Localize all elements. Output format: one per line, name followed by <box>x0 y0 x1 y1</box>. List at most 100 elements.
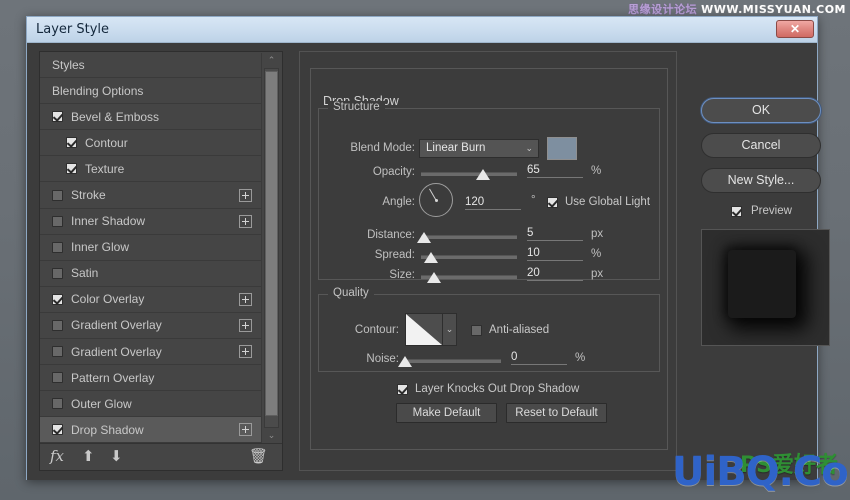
spread-label: Spread: <box>374 249 415 261</box>
style-row-styles[interactable]: Styles <box>40 52 262 79</box>
style-row-pattern-overlay[interactable]: Pattern Overlay <box>40 365 262 392</box>
layer-knocks-out-label[interactable]: Layer Knocks Out Drop Shadow <box>415 383 579 395</box>
angle-label: Angle: <box>382 196 415 208</box>
make-default-button[interactable]: Make Default <box>396 403 497 423</box>
use-global-light-label[interactable]: Use Global Light <box>565 196 650 208</box>
anti-aliased-checkbox[interactable] <box>471 325 482 336</box>
blend-mode-select[interactable]: Linear Burn ⌄ <box>419 139 539 158</box>
style-checkbox[interactable] <box>52 424 63 436</box>
spread-slider[interactable] <box>421 252 517 263</box>
styles-scrollbar[interactable]: ⌃ ⌄ <box>261 53 281 443</box>
style-checkbox[interactable] <box>52 267 63 279</box>
add-effect-icon[interactable] <box>239 292 252 306</box>
cancel-button[interactable]: Cancel <box>701 133 821 158</box>
dialog-titlebar[interactable]: Layer Style ✕ <box>27 17 817 43</box>
ok-button[interactable]: OK <box>701 98 821 123</box>
style-row-label: Outer Glow <box>71 396 132 411</box>
style-checkbox[interactable] <box>52 189 63 201</box>
structure-group: Structure Blend Mode: Linear Burn ⌄ Opac… <box>318 101 660 283</box>
preview-checkbox[interactable] <box>731 206 742 217</box>
size-input[interactable]: 20 <box>527 267 583 281</box>
blend-mode-value: Linear Burn <box>426 142 486 154</box>
noise-slider-thumb[interactable] <box>398 356 412 367</box>
style-checkbox[interactable] <box>52 372 63 384</box>
distance-input[interactable]: 5 <box>527 227 583 241</box>
spread-slider-thumb[interactable] <box>423 252 438 263</box>
add-effect-icon[interactable] <box>239 318 252 332</box>
style-row-gradient-overlay[interactable]: Gradient Overlay <box>40 339 262 366</box>
reset-to-default-button[interactable]: Reset to Default <box>506 403 607 423</box>
style-row-drop-shadow[interactable]: Drop Shadow <box>40 417 262 444</box>
angle-input[interactable]: 120 <box>465 196 521 210</box>
style-row-texture[interactable]: Texture <box>40 156 262 183</box>
scroll-down-icon[interactable]: ⌄ <box>262 428 281 443</box>
style-row-gradient-overlay[interactable]: Gradient Overlay <box>40 312 262 340</box>
style-row-inner-glow[interactable]: Inner Glow <box>40 234 262 261</box>
contour-swatch[interactable] <box>405 313 443 346</box>
add-effect-icon[interactable] <box>239 345 252 359</box>
size-slider[interactable] <box>421 272 517 283</box>
style-row-stroke[interactable]: Stroke <box>40 182 262 209</box>
style-checkbox[interactable] <box>66 163 77 175</box>
use-global-light-checkbox[interactable] <box>547 197 558 208</box>
style-checkbox[interactable] <box>52 346 63 358</box>
move-down-icon[interactable]: ⬇ <box>110 447 123 465</box>
size-slider-thumb[interactable] <box>427 272 442 283</box>
scrollbar-thumb[interactable] <box>265 71 278 416</box>
watermark-bottom: UiBQ.CoM <box>672 449 850 495</box>
style-row-blending-options[interactable]: Blending Options <box>40 78 262 105</box>
noise-slider[interactable] <box>398 356 501 367</box>
distance-slider[interactable] <box>416 232 517 243</box>
styles-panel: Styles Blending Options Bevel & Emboss Cont… <box>39 51 283 471</box>
style-row-bevel-emboss[interactable]: Bevel & Emboss <box>40 104 262 131</box>
trash-icon[interactable]: 🗑 <box>249 447 268 465</box>
new-style-button[interactable]: New Style... <box>701 168 821 193</box>
style-row-label: Color Overlay <box>71 292 145 307</box>
style-checkbox[interactable] <box>66 137 77 149</box>
fx-icon[interactable]: fx <box>50 447 64 465</box>
style-checkbox[interactable] <box>52 241 63 253</box>
style-row-contour[interactable]: Contour <box>40 130 262 157</box>
noise-unit: % <box>575 352 586 364</box>
chevron-down-icon[interactable]: ⌄ <box>443 313 457 346</box>
noise-input[interactable]: 0 <box>511 351 567 365</box>
shadow-color-swatch[interactable] <box>547 137 577 160</box>
angle-dial[interactable] <box>419 183 453 217</box>
action-panel: OK Cancel New Style... Preview <box>689 51 830 471</box>
quality-group: Quality Contour: ⌄ Anti-aliased Noise: 0… <box>318 287 660 372</box>
style-row-label: Gradient Overlay <box>71 344 162 359</box>
style-checkbox[interactable] <box>52 215 63 227</box>
style-row-label: Pattern Overlay <box>71 370 155 385</box>
style-checkbox[interactable] <box>52 111 63 123</box>
style-checkbox[interactable] <box>52 398 63 410</box>
close-icon[interactable]: ✕ <box>776 20 814 38</box>
distance-slider-thumb[interactable] <box>416 232 431 243</box>
opacity-input[interactable]: 65 <box>527 164 583 178</box>
style-row-satin[interactable]: Satin <box>40 260 262 287</box>
style-row-outer-glow[interactable]: Outer Glow <box>40 391 262 418</box>
add-effect-icon[interactable] <box>239 214 252 228</box>
add-effect-icon[interactable] <box>239 188 252 202</box>
layer-knocks-out-checkbox[interactable] <box>397 384 408 395</box>
style-checkbox[interactable] <box>52 293 63 305</box>
chevron-down-icon: ⌄ <box>525 143 533 153</box>
noise-label: Noise: <box>366 353 399 365</box>
style-checkbox[interactable] <box>52 319 63 331</box>
distance-label: Distance: <box>367 229 415 241</box>
move-up-icon[interactable]: ⬆ <box>82 447 95 465</box>
style-row-inner-shadow[interactable]: Inner Shadow <box>40 208 262 235</box>
opacity-slider[interactable] <box>421 169 517 180</box>
contour-curve-graphic <box>406 314 442 345</box>
opacity-slider-thumb[interactable] <box>476 169 491 180</box>
style-row-label: Bevel & Emboss <box>71 109 160 124</box>
spread-input[interactable]: 10 <box>527 247 583 261</box>
preview-shape <box>728 250 796 318</box>
anti-aliased-label[interactable]: Anti-aliased <box>489 324 549 336</box>
size-unit: px <box>591 268 604 280</box>
add-effect-icon[interactable] <box>239 423 252 437</box>
style-row-color-overlay[interactable]: Color Overlay <box>40 286 262 313</box>
preview-label[interactable]: Preview <box>751 205 792 217</box>
styles-list: Styles Blending Options Bevel & Emboss Cont… <box>40 52 262 444</box>
dialog-title: Layer Style <box>36 22 110 37</box>
scroll-up-icon[interactable]: ⌃ <box>262 53 281 68</box>
